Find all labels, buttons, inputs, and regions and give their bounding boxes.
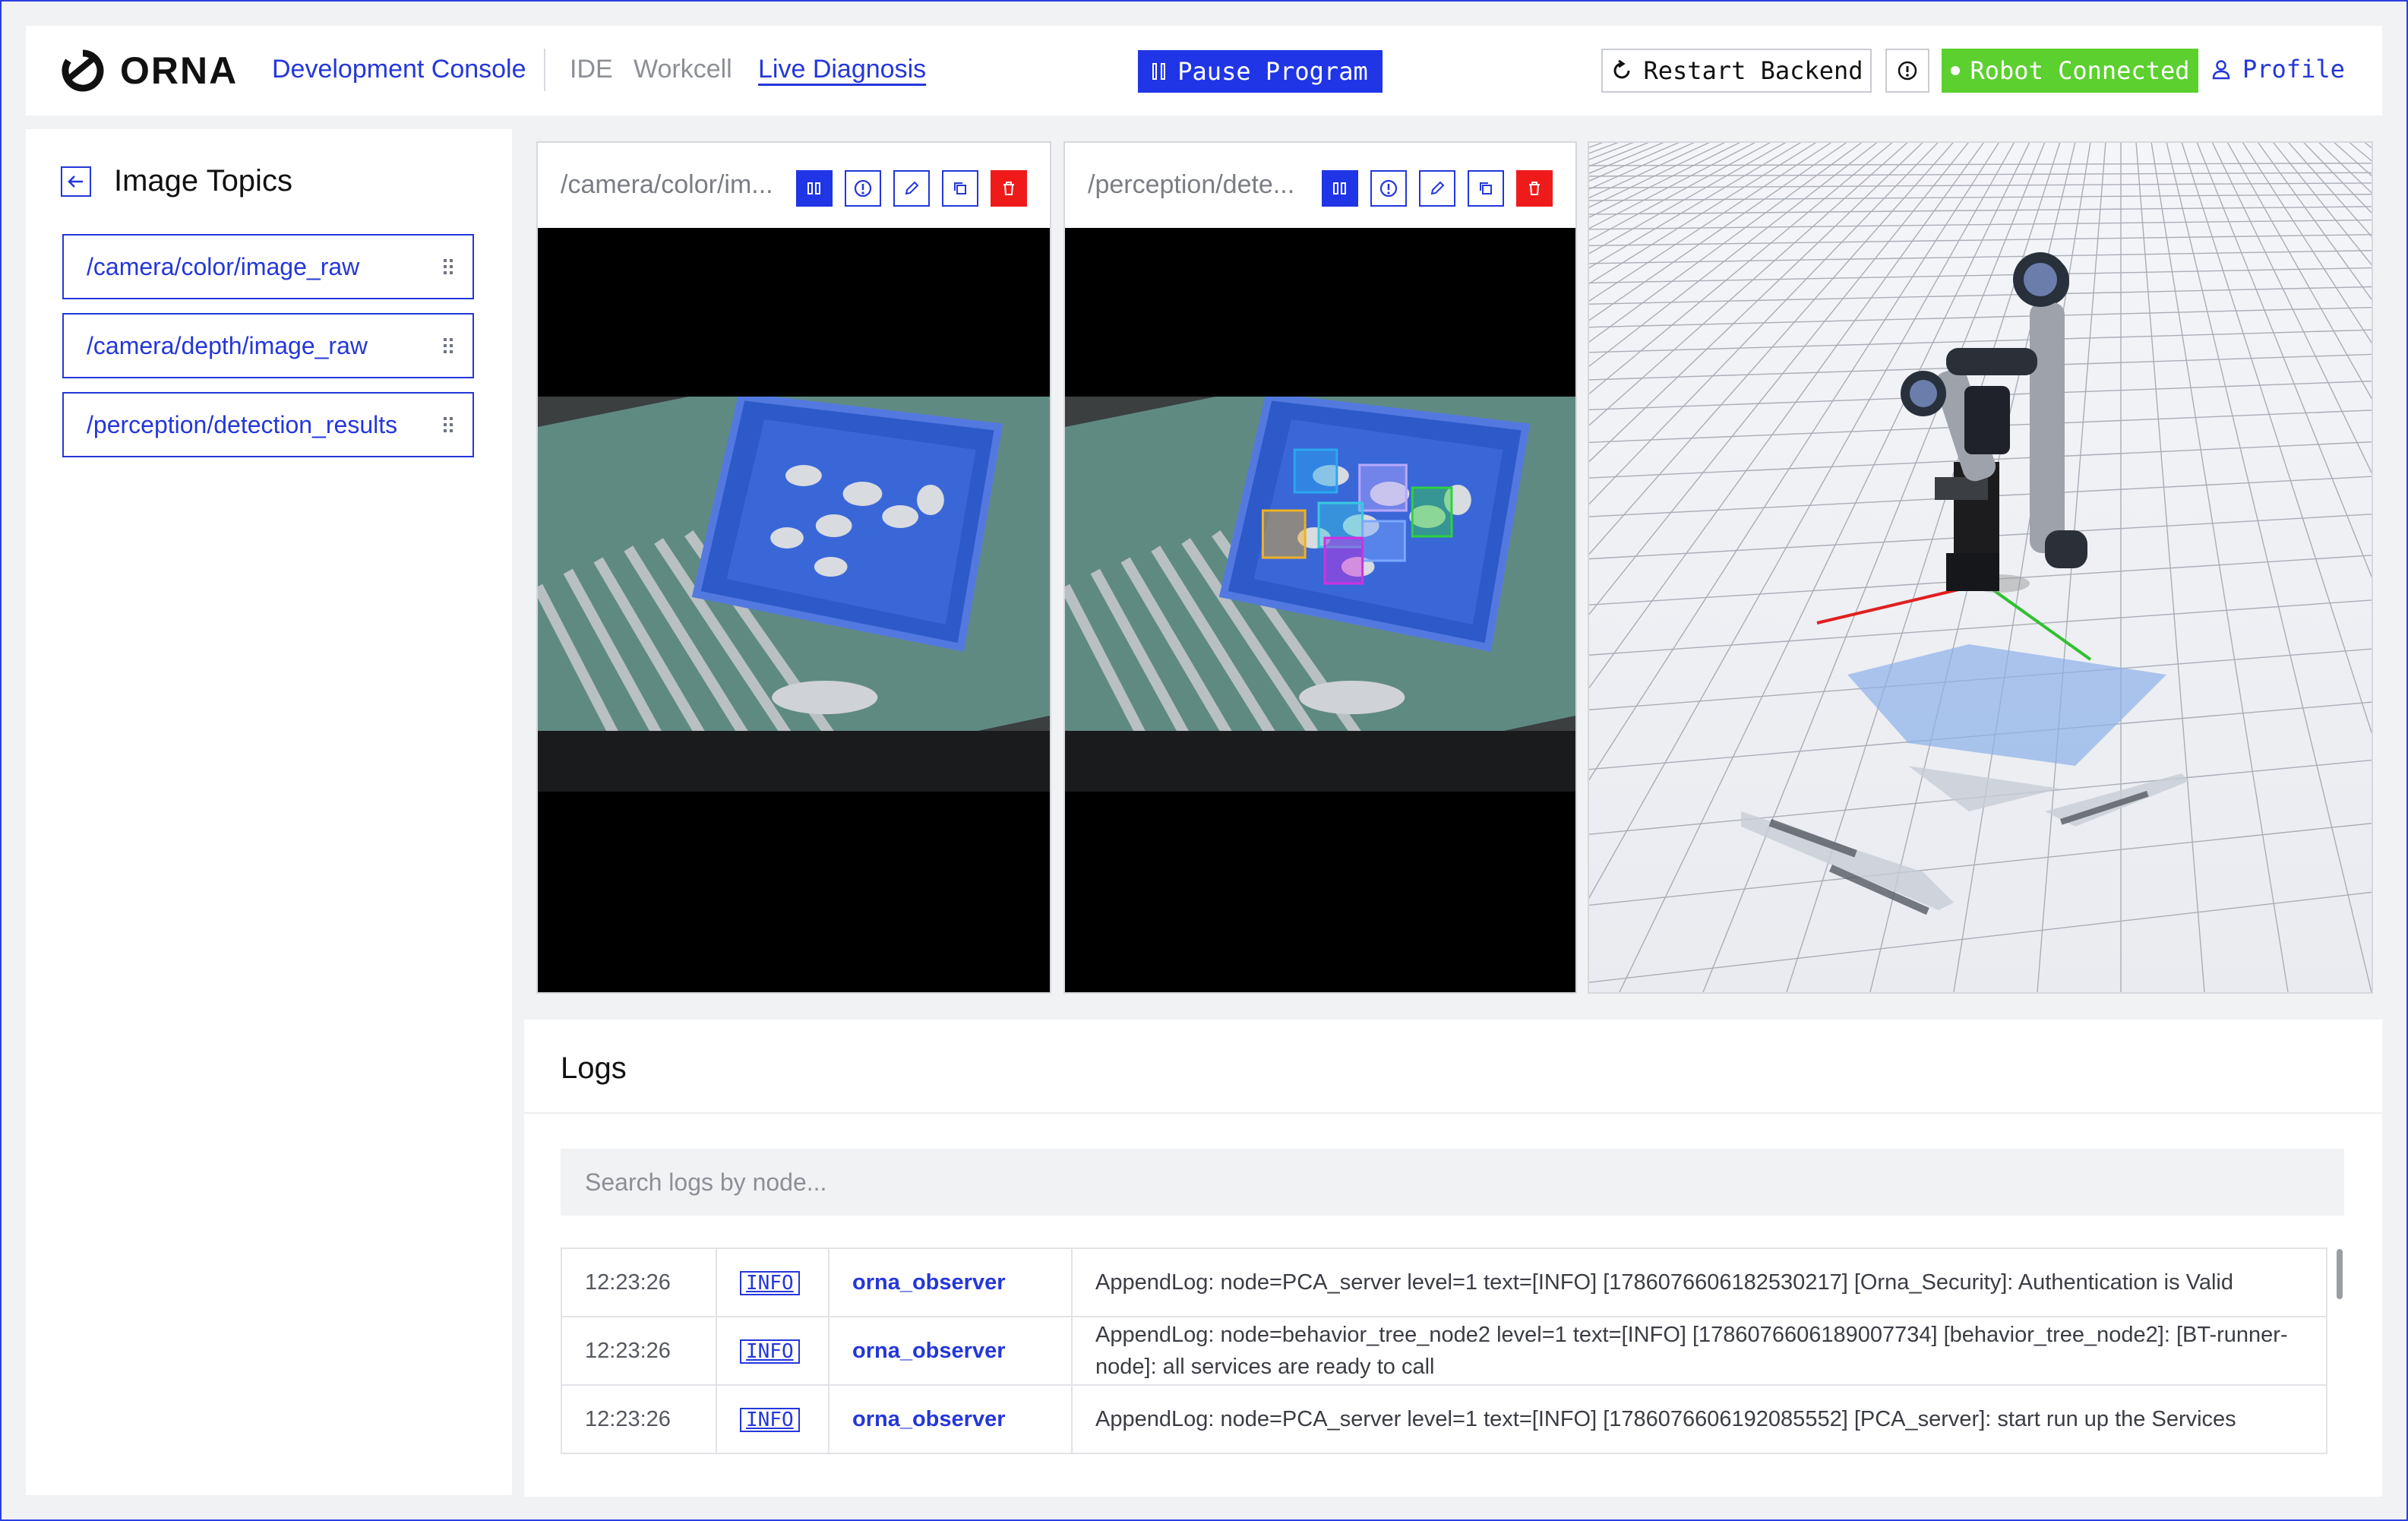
log-level-cell: INFO [716,1384,830,1454]
log-message: AppendLog: node=PCA_server level=1 text=… [1071,1247,2327,1317]
nav-live-diagnosis[interactable]: Live Diagnosis [758,55,926,84]
panel-header: /perception/dete... [1065,143,1575,229]
delete-panel-button[interactable] [1516,170,1553,207]
duplicate-panel-button[interactable] [942,170,978,207]
drag-handle-icon[interactable] [444,417,453,432]
info-icon [1379,179,1398,198]
pause-icon [1152,63,1166,80]
restart-backend-label: Restart Backend [1643,56,1863,85]
log-message: AppendLog: node=behavior_tree_node2 leve… [1071,1316,2327,1386]
status-dot-icon [1950,66,1960,75]
nav-divider [544,49,545,91]
connection-status-label: Robot Connected [1970,56,2190,85]
log-level-badge: INFO [740,1339,800,1364]
log-level-cell: INFO [716,1247,830,1317]
collapse-sidebar-button[interactable] [61,166,91,197]
log-level-cell: INFO [716,1316,830,1386]
pause-icon [1333,182,1346,194]
image-topics-sidebar: Image Topics /camera/color/image_raw /ca… [26,129,512,1495]
restart-backend-button[interactable]: Restart Backend [1601,49,1872,93]
top-header: ORNA Development Console IDE Workcell Li… [26,26,2382,115]
restart-icon [1613,59,1629,79]
logs-table: 12:23:26 INFO orna_observer AppendLog: n… [561,1247,2327,1454]
camera-feed-detection[interactable] [1065,228,1575,992]
pause-stream-button[interactable] [1322,170,1358,207]
topic-label: /perception/detection_results [87,410,398,438]
profile-button[interactable]: Profile [2210,55,2345,84]
profile-label: Profile [2242,55,2345,84]
duplicate-panel-button[interactable] [1468,170,1504,207]
copy-icon [954,182,966,194]
camera-feed-color[interactable] [538,228,1050,992]
log-level-badge: INFO [740,1407,800,1432]
edit-icon [1430,181,1445,195]
trash-icon [1529,182,1540,195]
table-row[interactable]: 12:23:26 INFO orna_observer AppendLog: n… [561,1316,2327,1386]
panel-header: /camera/color/im... [538,143,1050,229]
log-message: AppendLog: node=PCA_server level=1 text=… [1071,1384,2327,1454]
panel-info-button[interactable] [1370,170,1407,207]
image-panel-detection-results: /perception/dete... [1063,141,1577,994]
edit-panel-button[interactable] [893,170,930,207]
log-time: 12:23:26 [561,1316,717,1386]
sidebar-title: Image Topics [114,164,292,198]
topic-label: /camera/color/image_raw [87,252,360,280]
camera-image [538,397,1050,792]
logs-title: Logs [561,1051,627,1085]
log-node[interactable]: orna_observer [828,1384,1073,1454]
nav-workcell[interactable]: Workcell [634,55,732,84]
pause-stream-button[interactable] [796,170,833,207]
topic-item-detection-results[interactable]: /perception/detection_results [62,392,474,457]
brand-name: ORNA [120,49,239,92]
user-icon [2212,60,2230,80]
pause-program-button[interactable]: Pause Program [1138,50,1383,93]
logs-panel: Logs 12:23:26 INFO orna_observer AppendL… [524,1020,2382,1497]
logs-scrollbar[interactable] [2337,1249,2343,1299]
table-row[interactable]: 12:23:26 INFO orna_observer AppendLog: n… [561,1247,2327,1317]
image-panel-camera-color: /camera/color/im... [536,141,1051,994]
log-time: 12:23:26 [561,1384,717,1454]
log-node[interactable]: orna_observer [828,1316,1073,1386]
brand-logo[interactable]: ORNA [61,49,238,93]
panel-title: /perception/dete... [1088,170,1295,199]
drag-handle-icon[interactable] [444,259,453,274]
logs-divider [524,1112,2382,1114]
log-time: 12:23:26 [561,1247,717,1317]
robot-3d-viewport[interactable] [1588,141,2373,994]
nav-development-console[interactable]: Development Console [272,55,526,84]
topic-label: /camera/depth/image_raw [87,331,368,359]
detection-image [1065,397,1575,792]
info-icon [1898,61,1917,81]
robot-scene [1589,143,2372,992]
logs-search-input[interactable] [561,1149,2344,1216]
system-info-button[interactable] [1885,49,1929,93]
sidebar-header: Image Topics [61,164,292,198]
panel-info-button[interactable] [845,170,881,207]
nav-ide[interactable]: IDE [570,55,613,84]
back-arrow-icon [68,175,83,188]
edit-icon [905,181,919,195]
drag-handle-icon[interactable] [444,338,453,353]
trash-icon [1003,182,1014,195]
topic-item-camera-depth[interactable]: /camera/depth/image_raw [62,313,474,378]
pause-program-label: Pause Program [1177,57,1368,86]
info-icon [854,179,872,198]
pause-icon [807,182,820,194]
log-node[interactable]: orna_observer [828,1247,1073,1317]
topic-item-camera-color[interactable]: /camera/color/image_raw [62,234,474,299]
log-level-badge: INFO [740,1270,800,1295]
edit-panel-button[interactable] [1419,170,1455,207]
logo-icon [62,49,104,92]
delete-panel-button[interactable] [991,170,1027,207]
robot-connection-status: Robot Connected [1942,49,2198,93]
table-row[interactable]: 12:23:26 INFO orna_observer AppendLog: n… [561,1384,2327,1454]
copy-icon [1480,182,1492,194]
panel-title: /camera/color/im... [561,170,773,199]
